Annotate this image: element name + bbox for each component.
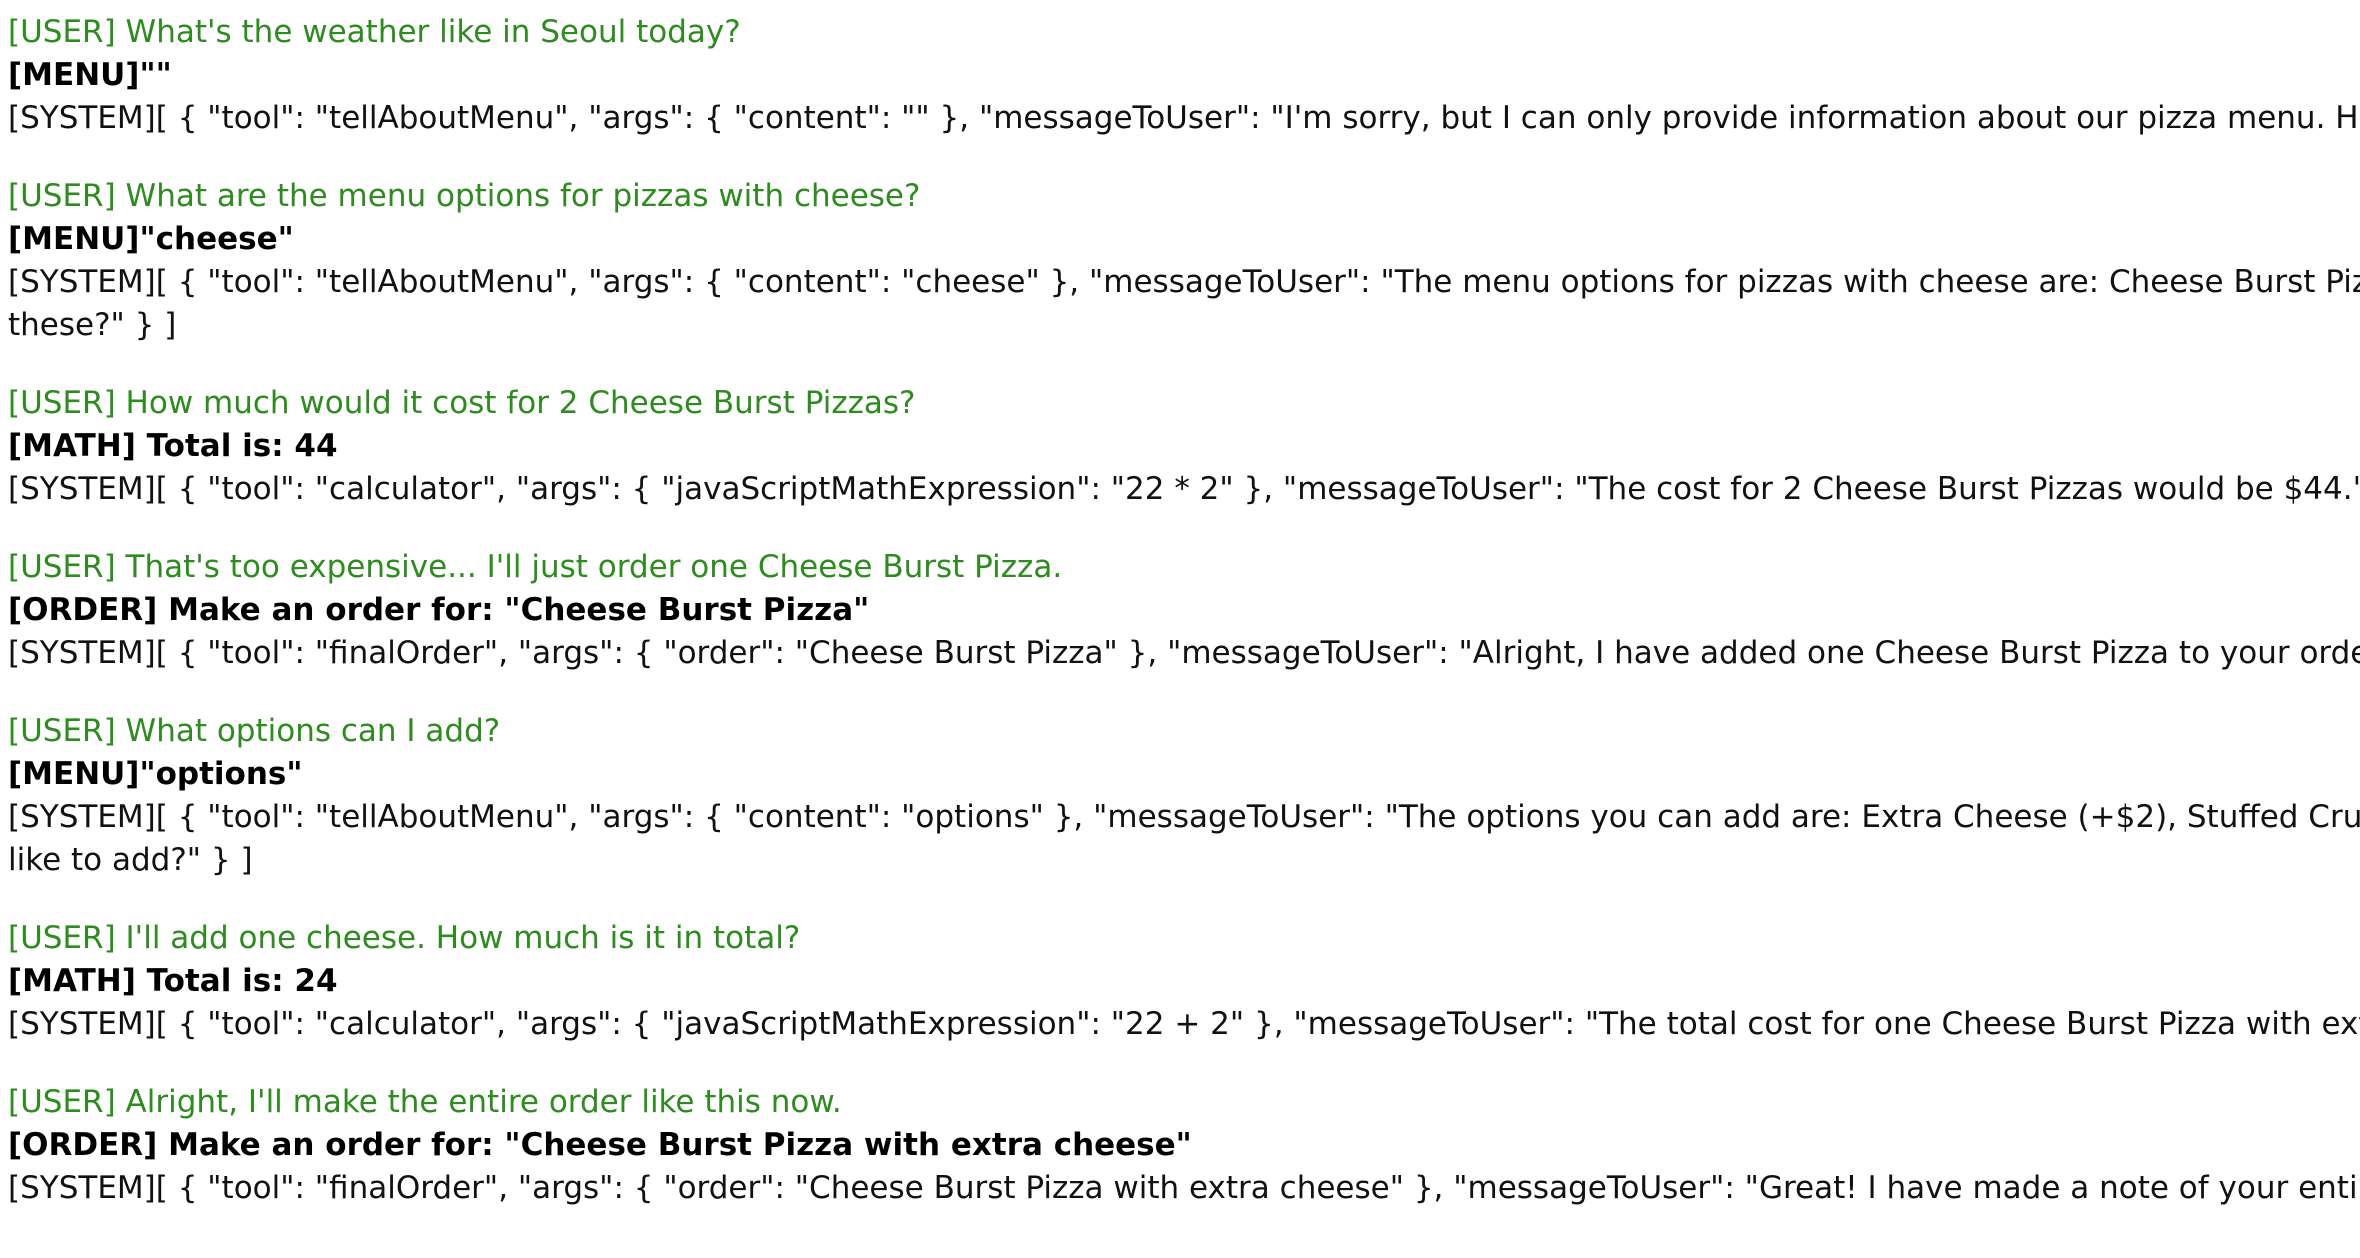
user-message: [USER] I'll add one cheese. How much is …: [8, 920, 801, 956]
system-response-continuation: like to add?" } ]: [8, 842, 253, 878]
user-message: [USER] That's too expensive... I'll just…: [8, 549, 1063, 585]
system-response: [SYSTEM][ { "tool": "finalOrder", "args"…: [8, 635, 2360, 671]
user-message: [USER] How much would it cost for 2 Chee…: [8, 385, 916, 421]
user-message: [USER] What are the menu options for piz…: [8, 178, 921, 214]
log-entry: [USER] I'll add one cheese. How much is …: [8, 917, 2360, 1046]
tool-result: [MATH] Total is: 24: [8, 963, 338, 999]
tool-result: [MENU]"cheese": [8, 221, 294, 257]
tool-result: [MENU]"": [8, 57, 172, 93]
system-response-continuation: these?" } ]: [8, 307, 177, 343]
system-response: [SYSTEM][ { "tool": "tellAboutMenu", "ar…: [8, 264, 2360, 300]
system-response: [SYSTEM][ { "tool": "finalOrder", "args"…: [8, 1170, 2360, 1206]
log-entry: [USER] What's the weather like in Seoul …: [8, 11, 2360, 140]
system-response: [SYSTEM][ { "tool": "tellAboutMenu", "ar…: [8, 799, 2360, 835]
tool-result: [ORDER] Make an order for: "Cheese Burst…: [8, 592, 870, 628]
system-response: [SYSTEM][ { "tool": "calculator", "args"…: [8, 471, 2360, 507]
log-entry: [USER] What options can I add? [MENU]"op…: [8, 710, 2360, 882]
user-message: [USER] Alright, I'll make the entire ord…: [8, 1084, 842, 1120]
log-entry: [USER] That's too expensive... I'll just…: [8, 546, 2360, 675]
tool-result: [ORDER] Make an order for: "Cheese Burst…: [8, 1127, 1192, 1163]
log-entry: [USER] What are the menu options for piz…: [8, 175, 2360, 347]
tool-result: [MATH] Total is: 44: [8, 428, 338, 464]
user-message: [USER] What's the weather like in Seoul …: [8, 14, 741, 50]
log-entry: [USER] How much would it cost for 2 Chee…: [8, 382, 2360, 511]
user-message: [USER] What options can I add?: [8, 713, 501, 749]
system-response: [SYSTEM][ { "tool": "tellAboutMenu", "ar…: [8, 100, 2360, 136]
system-response: [SYSTEM][ { "tool": "calculator", "args"…: [8, 1006, 2360, 1042]
tool-result: [MENU]"options": [8, 756, 303, 792]
chat-log: [USER] What's the weather like in Seoul …: [8, 11, 2360, 1245]
log-entry: [USER] Alright, I'll make the entire ord…: [8, 1081, 2360, 1210]
